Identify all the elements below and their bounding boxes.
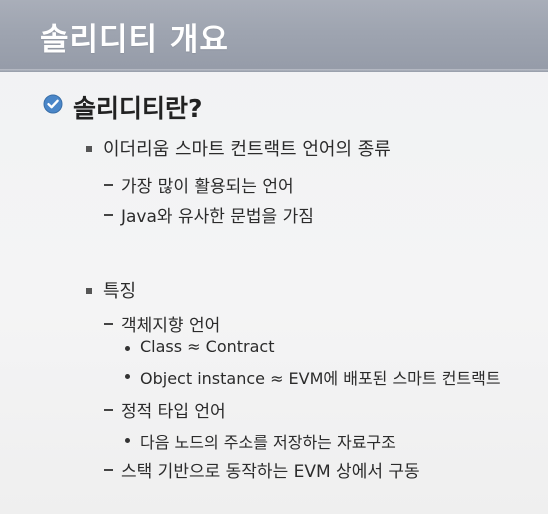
dash-bullet-icon (104, 409, 113, 411)
sub-bullet-item: Java와 유사한 문법을 가짐 (121, 207, 314, 227)
bullet-item: 특징 (103, 281, 137, 302)
square-bullet-icon (86, 146, 92, 152)
point-item: 다음 노드의 주소를 저장하는 자료구조 (140, 433, 396, 452)
sub-bullet-item: 가장 많이 활용되는 언어 (121, 177, 294, 197)
dot-bullet-icon (125, 346, 130, 351)
sub-bullet-item: 객체지향 언어 (121, 316, 221, 336)
dot-bullet-icon (125, 438, 130, 443)
square-bullet-icon (86, 288, 92, 294)
dash-bullet-icon (104, 323, 113, 325)
sub-bullet-item: 정적 타입 언어 (121, 402, 226, 422)
point-item: Class ≈ Contract (140, 337, 275, 356)
dash-bullet-icon (104, 214, 113, 216)
dash-bullet-icon (104, 469, 113, 471)
slide-heading: 솔리디티란? (73, 94, 203, 123)
title-bar: 솔리디티 개요 (0, 0, 548, 72)
bullet-item: 이더리움 스마트 컨트랙트 언어의 종류 (103, 139, 391, 160)
check-circle-icon (43, 94, 63, 114)
point-item: Object instance ≈ EVM에 배포된 스마트 컨트랙트 (140, 369, 501, 388)
sub-bullet-item: 스택 기반으로 동작하는 EVM 상에서 구동 (121, 462, 420, 482)
slide-title: 솔리디티 개요 (40, 22, 229, 58)
dash-bullet-icon (104, 184, 113, 186)
slide: 솔리디티 개요 솔리디티란? 이더리움 스마트 컨트랙트 언어의 종류 가장 많… (0, 0, 548, 514)
dot-bullet-icon (125, 374, 130, 379)
